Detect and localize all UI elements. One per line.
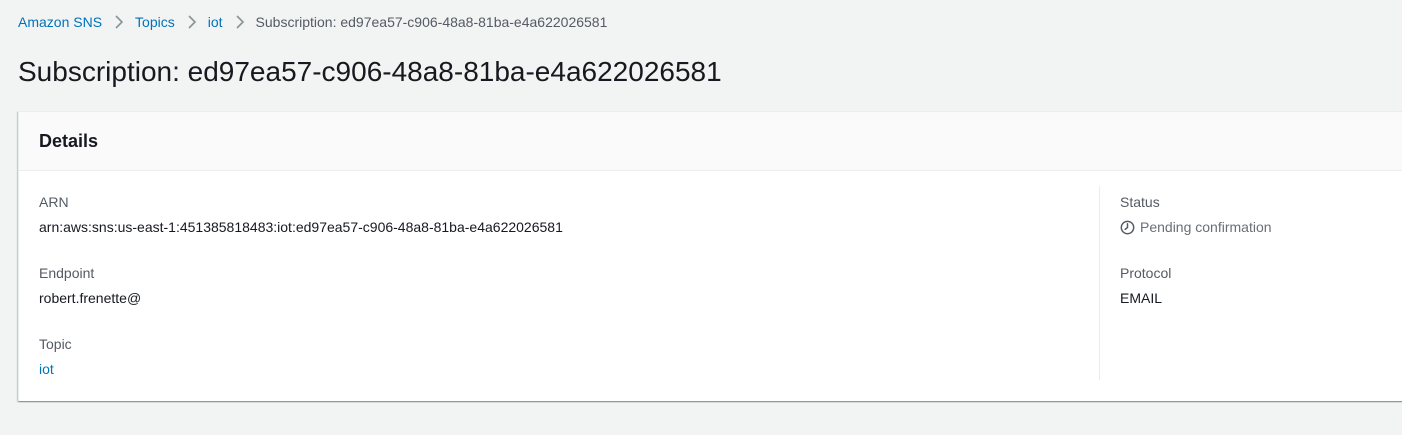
endpoint-value: robert.frenette@: [39, 290, 142, 306]
topic-label: Topic: [39, 336, 72, 352]
details-panel-title: Details: [39, 130, 99, 151]
topic-field: Topic iot: [39, 333, 1079, 398]
breadcrumb: Amazon SNS Topics iot Subscription: ed97…: [18, 12, 607, 32]
details-panel-header: Details: [19, 112, 1402, 171]
protocol-field: Protocol EMAIL: [1120, 262, 1402, 327]
details-panel: Details ARN arn:aws:sns:us-east-1:451385…: [18, 111, 1402, 401]
endpoint-field: Endpoint robert.frenette@: [39, 262, 1079, 327]
status-label: Status: [1120, 194, 1160, 210]
chevron-right-icon: [188, 15, 196, 29]
breadcrumb-iot-link[interactable]: iot: [208, 14, 223, 30]
protocol-label: Protocol: [1120, 265, 1172, 281]
topic-link[interactable]: iot: [39, 361, 54, 377]
arn-value: arn:aws:sns:us-east-1:451385818483:iot:e…: [39, 219, 563, 235]
arn-label: ARN: [39, 194, 69, 210]
details-right-column: Status Pending confirmation Protocol EMA…: [1120, 185, 1402, 327]
chevron-right-icon: [235, 15, 244, 29]
details-left-column: ARN arn:aws:sns:us-east-1:451385818483:i…: [39, 185, 1079, 398]
breadcrumb-topics-link[interactable]: Topics: [135, 14, 175, 30]
status-field: Status Pending confirmation: [1120, 191, 1402, 256]
status-value: Pending confirmation: [1120, 216, 1402, 238]
clock-icon: [1120, 220, 1135, 235]
page-title: Subscription: ed97ea57-c906-48a8-81ba-e4…: [18, 56, 722, 87]
column-divider: [1099, 186, 1100, 380]
protocol-value: EMAIL: [1120, 290, 1163, 306]
status-text: Pending confirmation: [1140, 219, 1272, 235]
details-panel-body: ARN arn:aws:sns:us-east-1:451385818483:i…: [19, 171, 1402, 401]
chevron-right-icon: [115, 15, 124, 29]
arn-field: ARN arn:aws:sns:us-east-1:451385818483:i…: [39, 191, 1079, 256]
breadcrumb-amazon-sns-link[interactable]: Amazon SNS: [18, 14, 102, 30]
endpoint-label: Endpoint: [39, 265, 95, 281]
breadcrumb-current: Subscription: ed97ea57-c906-48a8-81ba-e4…: [255, 14, 608, 30]
